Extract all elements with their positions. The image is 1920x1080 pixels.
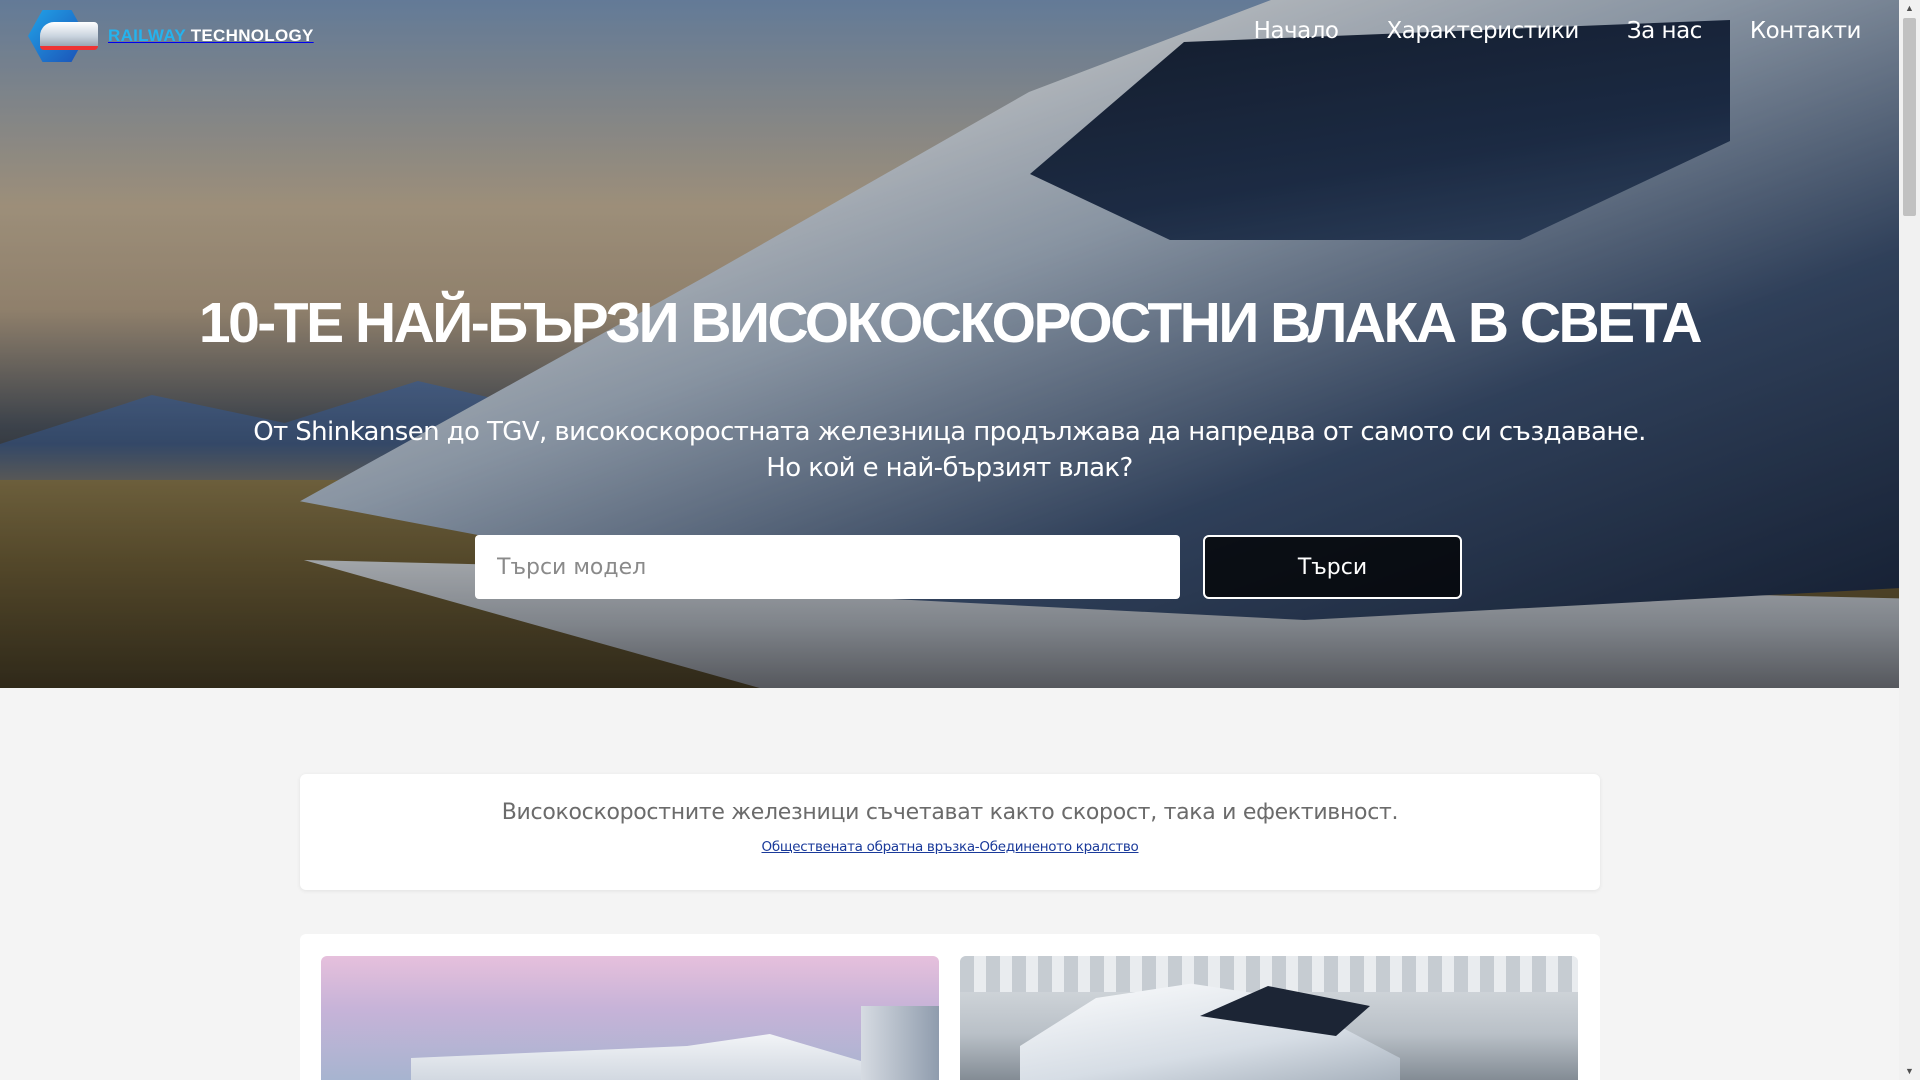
quote-source-link[interactable]: Обществената обратна връзка-Обединеното … xyxy=(300,839,1600,855)
main-menu: Начало Характеристики За нас Контакти xyxy=(1254,18,1862,44)
scroll-thumb[interactable] xyxy=(1903,18,1916,216)
hero-subtitle-line2: Но кой е най-бързият влак? xyxy=(766,453,1133,483)
train-photo-1[interactable] xyxy=(321,956,939,1080)
chevron-up-icon[interactable]: ▲ xyxy=(1899,0,1920,17)
brand-name-part1: RAILWAY xyxy=(108,26,186,45)
train-gallery xyxy=(300,934,1600,1080)
train-logo-icon xyxy=(26,8,98,64)
nav-contacts[interactable]: Контакти xyxy=(1750,18,1862,44)
chevron-down-icon[interactable]: ▼ xyxy=(1899,1063,1920,1080)
nav-about[interactable]: За нас xyxy=(1627,18,1702,44)
nav-home[interactable]: Начало xyxy=(1254,18,1339,44)
page-title: 10-ТЕ НАЙ-БЪРЗИ ВИСОКОСКОРОСТНИ ВЛАКА В … xyxy=(198,291,1703,355)
brand-name: RAILWAY TECHNOLOGY xyxy=(108,8,314,64)
quote-card: Високоскоростните железници съчетават ка… xyxy=(300,774,1600,890)
train-photo-2[interactable] xyxy=(960,956,1578,1080)
hero-subtitle-line1: От Shinkansen до TGV, високоскоростната … xyxy=(253,417,1646,447)
hero-subtitle: От Shinkansen до TGV, високоскоростната … xyxy=(0,414,1899,486)
brand-logo-link[interactable]: RAILWAY TECHNOLOGY xyxy=(26,8,314,64)
search-input[interactable] xyxy=(475,535,1180,599)
page-scrollbar[interactable]: ▲ ▼ xyxy=(1899,0,1920,1080)
brand-name-part2: TECHNOLOGY xyxy=(190,26,314,45)
quote-text: Високоскоростните железници съчетават ка… xyxy=(501,800,1399,825)
nav-features[interactable]: Характеристики xyxy=(1387,18,1580,44)
search-button[interactable]: Търси xyxy=(1203,535,1462,599)
top-navbar: RAILWAY TECHNOLOGY Начало Характеристики… xyxy=(0,0,1899,72)
